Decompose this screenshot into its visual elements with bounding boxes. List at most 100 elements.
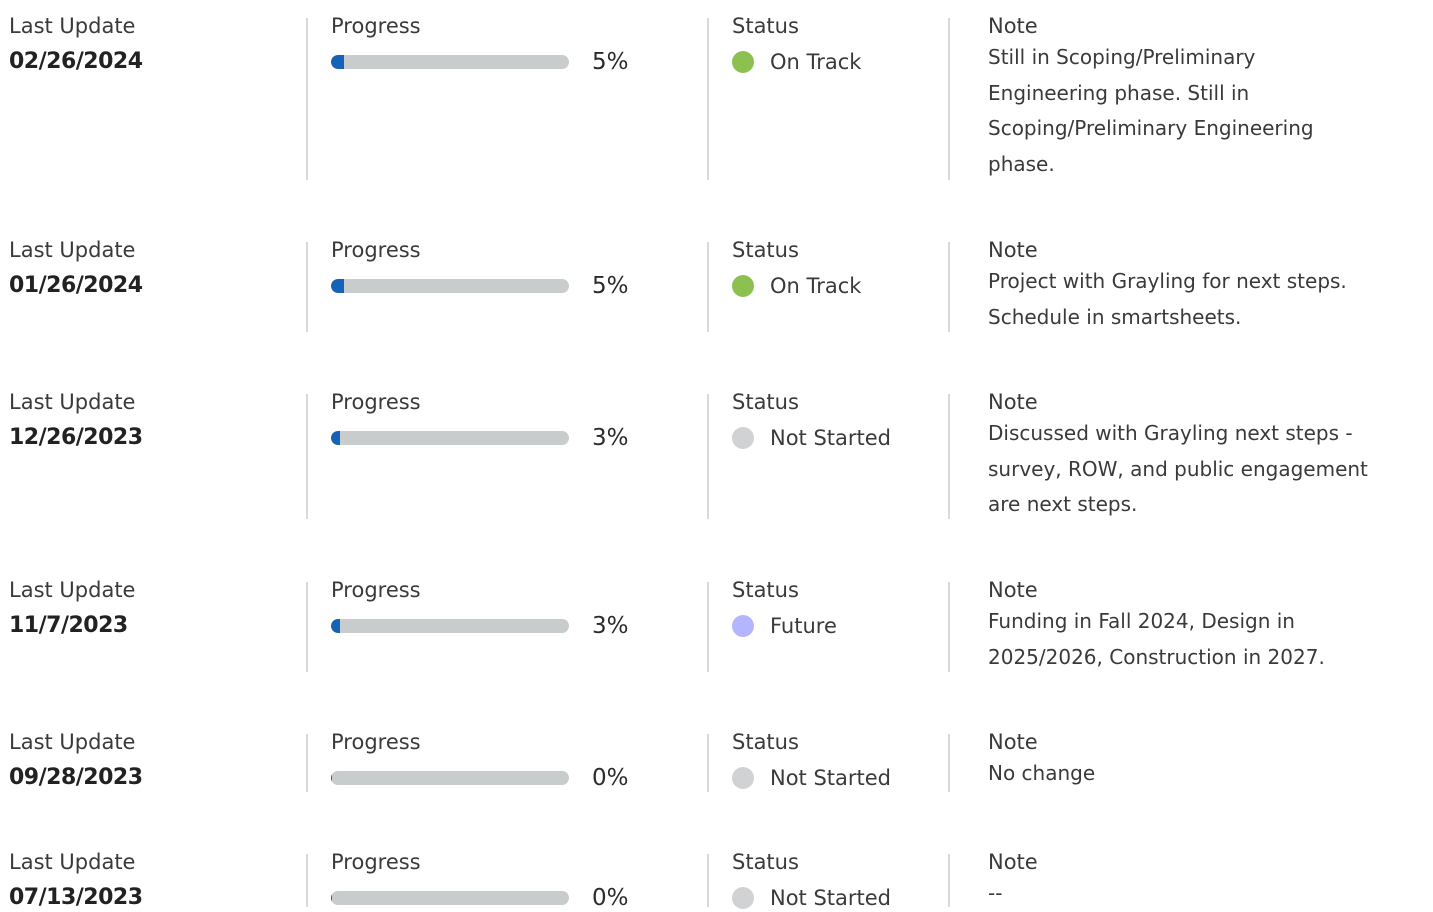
note-line: 2025/2026, Construction in 2027. — [988, 644, 1325, 669]
note-text: Still in Scoping/Preliminary Engineering … — [988, 40, 1428, 182]
last-update-cell: Last Update 02/26/2024 — [9, 14, 143, 180]
note-label: Note — [988, 730, 1038, 754]
note-cell: Note Still in Scoping/Preliminary Engineer… — [988, 14, 1428, 182]
progress-percent: 5% — [592, 49, 629, 75]
note-cell: Note Funding in Fall 2024, Design in 2025/… — [988, 578, 1428, 672]
note-line: are next steps. — [988, 492, 1138, 516]
status-cell: Status Not Started — [732, 390, 891, 519]
status-label: Status — [732, 730, 799, 754]
status-dot-icon — [732, 427, 754, 449]
note-label: Note — [988, 850, 1038, 874]
progress-label: Progress — [331, 850, 421, 874]
status-value: On Track — [770, 274, 862, 298]
column-divider — [306, 854, 308, 907]
status-indicator: Not Started — [732, 765, 891, 791]
column-divider — [948, 734, 950, 792]
note-line: Scoping/Preliminary Engineering — [988, 116, 1314, 140]
progress-percent: 3% — [592, 425, 629, 451]
note-line: Project with Grayling for next steps. — [988, 269, 1347, 293]
progress-bar-group: 5% — [331, 49, 629, 75]
progress-cell: Progress 5% — [331, 14, 629, 180]
note-text: Discussed with Grayling next steps - surv… — [988, 416, 1428, 523]
progress-track — [331, 55, 569, 69]
progress-cell: Progress 0% — [331, 730, 629, 792]
update-date: 12/26/2023 — [9, 425, 143, 450]
column-divider — [948, 242, 950, 332]
progress-track — [331, 431, 569, 445]
last-update-label: Last Update — [9, 850, 136, 874]
note-line: Discussed with Grayling next steps - — [988, 421, 1353, 445]
update-date: 01/26/2024 — [9, 273, 143, 298]
progress-track — [331, 891, 569, 905]
note-line: survey, ROW, and public engagement — [988, 456, 1368, 481]
column-divider — [306, 582, 308, 672]
note-label: Note — [988, 238, 1038, 262]
status-cell: Status Future — [732, 578, 837, 672]
column-divider — [948, 854, 950, 907]
last-update-label: Last Update — [9, 730, 136, 754]
progress-fill — [331, 771, 333, 785]
progress-percent: 0% — [592, 765, 629, 791]
status-label: Status — [732, 578, 799, 602]
note-label: Note — [988, 578, 1038, 602]
note-text: Project with Grayling for next steps. Sch… — [988, 264, 1428, 335]
progress-label: Progress — [331, 14, 421, 38]
progress-cell: Progress 3% — [331, 578, 629, 672]
progress-cell: Progress 5% — [331, 238, 629, 332]
update-date: 07/13/2023 — [9, 885, 143, 910]
status-dot-icon — [732, 275, 754, 297]
status-indicator: On Track — [732, 273, 861, 299]
column-divider — [707, 854, 709, 907]
progress-percent: 5% — [592, 273, 629, 299]
status-value: Future — [770, 614, 837, 638]
last-update-label: Last Update — [9, 578, 136, 602]
last-update-cell: Last Update 07/13/2023 — [9, 850, 143, 910]
status-indicator: Future — [732, 613, 837, 639]
status-cell: Status On Track — [732, 14, 861, 180]
note-cell: Note Project with Grayling for next steps… — [988, 238, 1428, 335]
status-cell: Status Not Started — [732, 850, 891, 910]
update-row: Last Update 12/26/2023 Progress 3% Status Not… — [0, 390, 1433, 519]
status-cell: Status Not Started — [732, 730, 891, 792]
last-update-cell: Last Update 09/28/2023 — [9, 730, 143, 792]
progress-fill — [331, 891, 333, 905]
column-divider — [707, 242, 709, 332]
note-line: phase. — [988, 151, 1055, 176]
column-divider — [306, 394, 308, 519]
status-value: Not Started — [770, 426, 892, 450]
column-divider — [707, 582, 709, 672]
last-update-label: Last Update — [9, 238, 136, 262]
progress-percent: 0% — [592, 885, 629, 911]
update-row: Last Update 09/28/2023 Progress 0% Status Not… — [0, 730, 1433, 792]
status-value: Not Started — [770, 886, 892, 910]
update-date: 09/28/2023 — [9, 765, 143, 790]
progress-bar-group: 3% — [331, 613, 629, 639]
update-row: Last Update 11/7/2023 Progress 3% Status Futu… — [0, 578, 1433, 672]
status-dot-icon — [732, 887, 754, 909]
status-indicator: Not Started — [732, 425, 891, 451]
column-divider — [707, 734, 709, 792]
status-indicator: On Track — [732, 49, 861, 75]
note-line: Schedule in smartsheets. — [988, 304, 1242, 329]
progress-cell: Progress 0% — [331, 850, 629, 911]
last-update-cell: Last Update 11/7/2023 — [9, 578, 135, 672]
note-line: Engineering phase. Still in — [988, 80, 1250, 105]
progress-cell: Progress 3% — [331, 390, 629, 519]
status-value: On Track — [770, 50, 862, 74]
note-label: Note — [988, 390, 1038, 414]
progress-percent: 3% — [592, 613, 629, 639]
note-text: -- — [988, 876, 1428, 912]
update-row: Last Update 01/26/2024 Progress 5% Status On … — [0, 238, 1433, 335]
last-update-cell: Last Update 12/26/2023 — [9, 390, 143, 519]
status-dot-icon — [732, 767, 754, 789]
note-line: No change — [988, 761, 1096, 785]
note-line: Still in Scoping/Preliminary — [988, 45, 1256, 69]
status-dot-icon — [732, 615, 754, 637]
column-divider — [707, 18, 709, 180]
status-label: Status — [732, 850, 799, 874]
note-text: No change — [988, 756, 1428, 792]
last-update-label: Last Update — [9, 390, 136, 414]
progress-fill — [331, 431, 341, 445]
column-divider — [306, 242, 308, 332]
update-date: 11/7/2023 — [9, 613, 128, 638]
